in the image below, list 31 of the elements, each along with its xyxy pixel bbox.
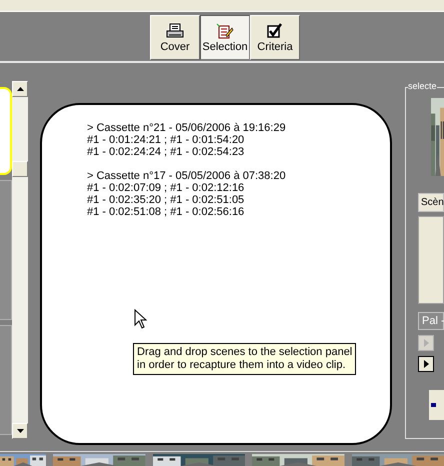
scene-dropdown[interactable]: Scèn [418, 193, 444, 212]
mouse-pointer-icon [134, 309, 147, 329]
scrollbar[interactable] [12, 81, 28, 439]
printer-icon [166, 22, 184, 38]
text-field[interactable] [0, 87, 12, 175]
play-button[interactable] [418, 356, 434, 372]
scene-item[interactable]: #1 - 0:01:24:21 ; #1 - 0:01:54:20 [87, 134, 244, 146]
play-icon [424, 360, 428, 368]
scene-item[interactable]: #1 - 0:02:35:20 ; #1 - 0:02:51:05 [87, 194, 244, 206]
toolbar-button[interactable]: Selection [200, 15, 250, 60]
notepad-pencil-icon [216, 22, 234, 38]
toolbar-button[interactable]: Criteria [250, 15, 300, 60]
scene-item[interactable]: #1 - 0:02:24:24 ; #1 - 0:02:54:23 [87, 146, 244, 158]
group-label: selecte [408, 81, 437, 92]
scene-listbox[interactable] [418, 216, 444, 304]
scroll-thumb[interactable] [12, 161, 28, 177]
toolbar-button[interactable]: Cover [150, 15, 200, 60]
cassette-header[interactable]: > Cassette n°21 - 05/06/2006 à 19:16:29 [87, 122, 286, 134]
checkbox-icon [266, 22, 284, 38]
up-arrow-icon [16, 87, 24, 91]
cassette-header[interactable]: > Cassette n°17 - 05/05/2006 à 07:38:20 [87, 170, 286, 182]
tooltip-text: Drag and drop scenes to the selection panel [137, 346, 352, 359]
scroll-down-button[interactable] [12, 423, 28, 439]
color-swatch-button[interactable] [429, 390, 444, 420]
play-icon [424, 339, 428, 347]
tooltip-text: in order to recapture them into a video clip. [137, 359, 347, 372]
swatch-icon [431, 403, 436, 407]
down-arrow-icon [16, 429, 24, 433]
scene-item[interactable]: #1 - 0:02:51:08 ; #1 - 0:02:56:16 [87, 206, 244, 218]
scroll-up-button[interactable] [12, 81, 28, 97]
scene-item[interactable]: #1 - 0:02:07:09 ; #1 - 0:02:12:16 [87, 182, 244, 194]
